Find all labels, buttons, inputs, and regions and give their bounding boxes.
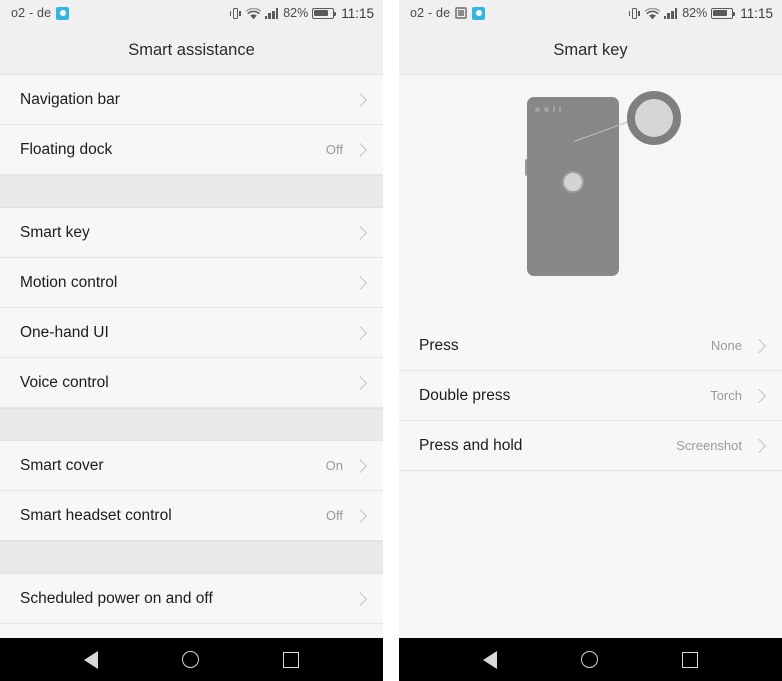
battery-icon (711, 7, 736, 19)
list-item-smart-headset-control[interactable]: Smart headset control Off (0, 491, 383, 541)
fingerprint-sensor-icon (562, 171, 584, 193)
home-icon[interactable] (182, 651, 199, 668)
dual-screenshot-comparison: o2 - de 82% 11:15 Smart assistance Navig… (0, 0, 782, 681)
clock-label: 11:15 (740, 5, 773, 21)
status-bar-left-group: o2 - de (410, 6, 486, 20)
list-item-label: Scheduled power on and off (20, 589, 213, 607)
chevron-right-icon (352, 275, 368, 290)
signal-icon (264, 8, 279, 19)
vibrate-icon (628, 7, 641, 20)
page-title: Smart assistance (128, 40, 255, 59)
camera-flash-dots-icon (535, 106, 561, 112)
list-item-smart-key[interactable]: Smart key (0, 208, 383, 258)
list-item-value: None (710, 338, 742, 353)
panel-gutter (383, 0, 399, 681)
status-bar-right: o2 - de 82% 11:15 (399, 0, 782, 26)
android-navigation-bar-left (0, 638, 383, 681)
list-item-press-and-hold[interactable]: Press and hold Screenshot (399, 421, 782, 471)
status-bar-right-group: 82% 11:15 (229, 6, 374, 21)
page-title-bar-right: Smart key (399, 26, 782, 75)
list-item-label: Voice control (20, 373, 109, 391)
list-item-label: Press and hold (419, 436, 523, 454)
camera-icon (56, 6, 70, 20)
list-item-label: Smart cover (20, 456, 104, 474)
chevron-right-icon (352, 325, 368, 340)
vibrate-icon (229, 7, 242, 20)
carrier-label: o2 - de (11, 6, 52, 20)
chevron-right-icon (352, 591, 368, 606)
home-icon[interactable] (581, 651, 598, 668)
android-navigation-bar-right (399, 638, 782, 681)
right-phone-screen: o2 - de 82% 11:15 Smart key Press None D… (399, 0, 782, 681)
chevron-right-icon (751, 438, 767, 453)
list-item-scheduled-power-on-and-off[interactable]: Scheduled power on and off (0, 574, 383, 624)
chevron-right-icon (352, 92, 368, 107)
list-item-motion-control[interactable]: Motion control (0, 258, 383, 308)
chevron-right-icon (352, 142, 368, 157)
status-bar-left: o2 - de 82% 11:15 (0, 0, 383, 26)
list-item-press[interactable]: Press None (399, 321, 782, 371)
list-item-label: Smart key (20, 223, 90, 241)
list-item-label: Press (419, 336, 459, 354)
chevron-right-icon (352, 508, 368, 523)
page-title-bar-left: Smart assistance (0, 26, 383, 75)
chevron-right-icon (352, 375, 368, 390)
smart-key-callout-icon (627, 91, 681, 145)
battery-icon (312, 7, 337, 19)
list-item-label: Motion control (20, 273, 118, 291)
chevron-right-icon (751, 388, 767, 403)
list-item-label: Double press (419, 386, 511, 404)
list-item-navigation-bar[interactable]: Navigation bar (0, 75, 383, 125)
recents-icon[interactable] (283, 651, 299, 668)
back-icon[interactable] (483, 650, 497, 669)
group-separator (0, 541, 383, 574)
list-item-voice-control[interactable]: Voice control (0, 358, 383, 408)
wifi-icon (245, 7, 261, 20)
chevron-right-icon (352, 225, 368, 240)
left-phone-screen: o2 - de 82% 11:15 Smart assistance Navig… (0, 0, 383, 681)
group-separator (0, 408, 383, 441)
chevron-right-icon (751, 338, 767, 353)
list-item-label: One-hand UI (20, 323, 109, 341)
camera-icon (472, 6, 486, 20)
smart-key-action-list: Press None Double press Torch Press and … (399, 321, 782, 638)
list-item-value: Screenshot (676, 438, 742, 453)
list-item-label: Smart headset control (20, 506, 172, 524)
battery-percent-label: 82% (682, 6, 708, 20)
recents-icon[interactable] (682, 651, 698, 668)
list-item-double-press[interactable]: Double press Torch (399, 371, 782, 421)
status-bar-right-group: 82% 11:15 (628, 6, 773, 21)
clock-label: 11:15 (341, 5, 374, 21)
page-title: Smart key (553, 40, 628, 59)
list-item-value: Off (325, 508, 343, 523)
list-item-smart-cover[interactable]: Smart cover On (0, 441, 383, 491)
status-bar-left-group: o2 - de (11, 6, 70, 20)
list-item-value: On (325, 458, 343, 473)
list-item-one-hand-ui[interactable]: One-hand UI (0, 308, 383, 358)
list-item-value: Torch (710, 388, 742, 403)
smart-key-illustration (399, 75, 782, 321)
back-icon[interactable] (84, 650, 98, 669)
side-button-icon (524, 159, 527, 176)
carrier-label: o2 - de (410, 6, 451, 20)
list-item-value: Off (325, 142, 343, 157)
phone-back-illustration (524, 97, 619, 276)
settings-list-left: Navigation bar Floating dock Off Smart k… (0, 75, 383, 638)
wifi-icon (644, 7, 660, 20)
chevron-right-icon (352, 458, 368, 473)
list-item-label: Navigation bar (20, 90, 120, 108)
list-item-label: Floating dock (20, 140, 113, 158)
screenshot-icon (455, 7, 468, 19)
signal-icon (663, 8, 678, 19)
group-separator (0, 175, 383, 208)
battery-percent-label: 82% (283, 6, 309, 20)
list-item-floating-dock[interactable]: Floating dock Off (0, 125, 383, 175)
